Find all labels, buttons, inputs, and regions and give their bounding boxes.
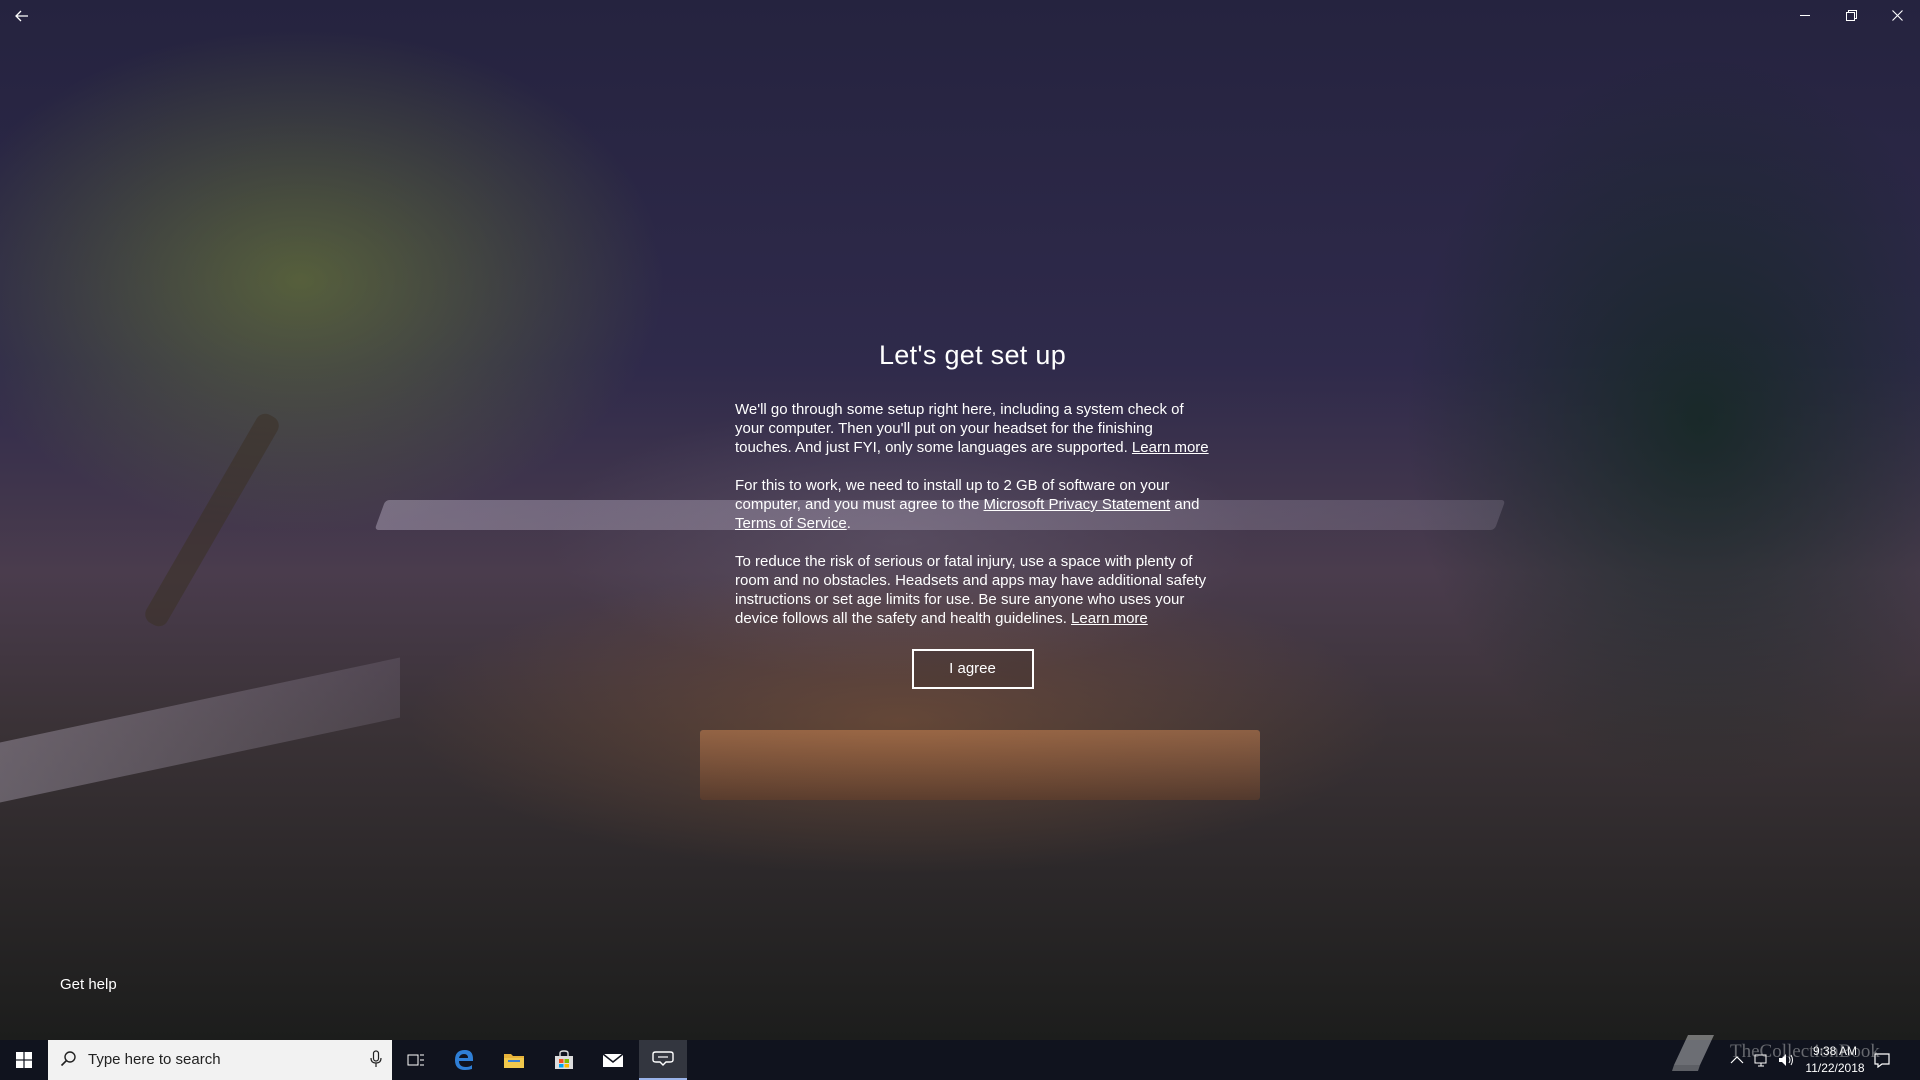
mail-button[interactable] — [589, 1040, 637, 1080]
agree-wrap: I agree — [735, 649, 1210, 689]
minimize-icon — [1799, 15, 1810, 16]
minimize-button[interactable] — [1782, 0, 1828, 32]
setup-panel: Let's get set up We'll go through some s… — [735, 340, 1210, 689]
folder-icon — [504, 1054, 524, 1068]
store-button[interactable] — [540, 1040, 588, 1080]
back-button[interactable] — [8, 4, 36, 28]
install-text-period: . — [846, 515, 851, 532]
page-title: Let's get set up — [878, 340, 1067, 370]
terms-of-service-link[interactable]: Terms of Service — [735, 515, 847, 532]
install-text-and: and — [1174, 496, 1200, 513]
mixed-reality-icon — [652, 1051, 674, 1066]
book-icon — [1672, 1035, 1714, 1071]
store-icon — [555, 1050, 573, 1069]
watermark: TheCollectionBook — [1670, 1032, 1880, 1072]
i-agree-button[interactable]: I agree — [911, 649, 1034, 689]
taskbar-search-box[interactable]: Type here to search — [48, 1040, 392, 1080]
safety-paragraph: To reduce the risk of serious or fatal i… — [735, 552, 1210, 628]
file-explorer-button[interactable] — [490, 1040, 538, 1080]
learn-more-safety-link[interactable]: Learn more — [1071, 610, 1148, 627]
task-view-button[interactable] — [392, 1040, 440, 1080]
get-help-link[interactable]: Get help — [60, 976, 117, 993]
title-bar — [0, 0, 1920, 32]
bg-tree — [141, 410, 283, 630]
edge-browser-button[interactable] — [440, 1040, 488, 1080]
search-icon — [60, 1051, 76, 1067]
edge-icon — [455, 1050, 473, 1070]
microphone-icon[interactable] — [370, 1050, 382, 1068]
restore-icon — [1845, 10, 1857, 21]
watermark-text: TheCollectionBook — [1730, 1041, 1880, 1062]
task-view-icon — [407, 1054, 424, 1066]
bg-wall — [0, 657, 400, 803]
close-icon — [1891, 10, 1903, 21]
mail-icon — [602, 1053, 624, 1067]
bg-steps — [700, 730, 1260, 800]
search-placeholder: Type here to search — [88, 1051, 221, 1068]
close-button[interactable] — [1874, 0, 1920, 32]
mixed-reality-portal-button[interactable] — [639, 1040, 687, 1080]
privacy-statement-link[interactable]: Microsoft Privacy Statement — [984, 496, 1171, 513]
taskbar: Type here to search 9:38 AM 11/22/2018 — [0, 1040, 1920, 1080]
restore-button[interactable] — [1828, 0, 1874, 32]
intro-text: We'll go through some setup right here, … — [735, 401, 1184, 456]
windows-logo-icon — [16, 1052, 32, 1068]
setup-intro-paragraph: We'll go through some setup right here, … — [735, 400, 1210, 457]
learn-more-languages-link[interactable]: Learn more — [1132, 439, 1209, 456]
back-arrow-icon — [15, 10, 28, 22]
start-button[interactable] — [0, 1040, 48, 1080]
install-paragraph: For this to work, we need to install up … — [735, 476, 1210, 533]
